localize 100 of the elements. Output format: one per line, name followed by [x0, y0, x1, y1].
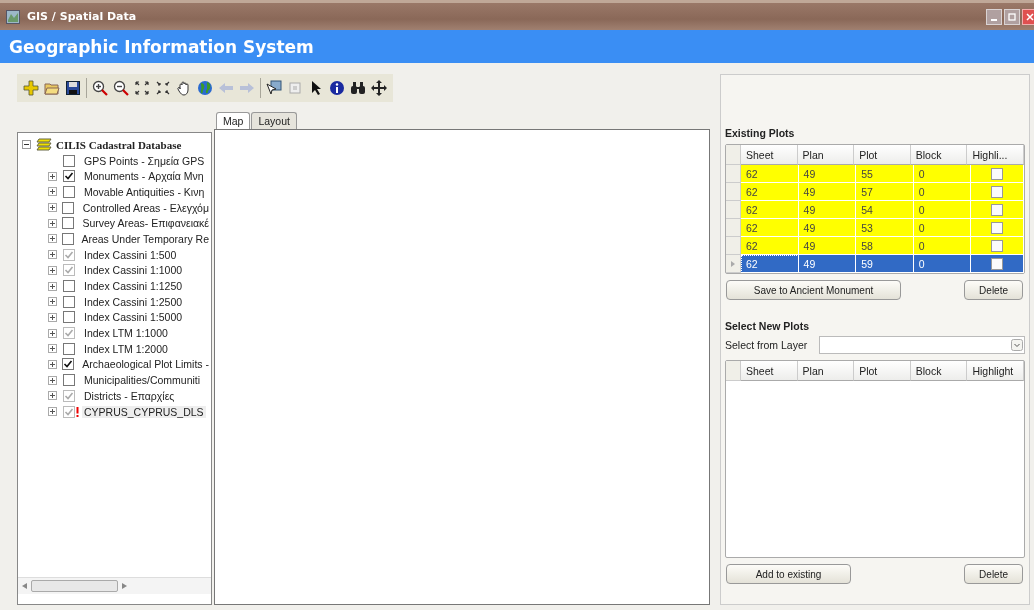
tree-item[interactable]: CILIS Cadastral Database	[56, 138, 182, 151]
table-row[interactable]: 62 49 57 0	[726, 183, 1024, 201]
info-icon[interactable]	[329, 80, 345, 96]
highlight-checkbox[interactable]	[991, 185, 1004, 198]
layer-name[interactable]: Index LTM 1:1000	[82, 327, 170, 340]
layer-checkbox[interactable]	[63, 327, 75, 340]
open-folder-icon[interactable]	[44, 80, 60, 96]
window-title: GIS / Spatial Data	[27, 10, 137, 23]
layer-checkbox[interactable]	[63, 154, 75, 167]
layer-checkbox[interactable]	[63, 342, 75, 355]
current-row-icon	[731, 260, 735, 267]
highlight-checkbox[interactable]	[991, 239, 1004, 252]
field-label: Select from Layer	[725, 339, 809, 351]
expand-icon[interactable]	[48, 265, 57, 275]
layer-name[interactable]: Index Cassini 1:1250	[82, 280, 185, 293]
layer-name[interactable]: Controlled Areas - Ελεγχόμ	[80, 201, 211, 214]
globe-icon[interactable]	[197, 80, 213, 96]
horizontal-scrollbar[interactable]	[18, 577, 211, 594]
layer-checkbox[interactable]	[63, 405, 75, 418]
expand-icon[interactable]	[48, 328, 57, 338]
table-row[interactable]: 62 49 53 0	[726, 219, 1024, 237]
expand-icon[interactable]	[48, 218, 57, 228]
close-button[interactable]	[1022, 8, 1034, 25]
layer-name[interactable]: CYPRUS_CYPRUS_DLS	[82, 405, 206, 418]
fit-extent-icon[interactable]	[155, 80, 171, 96]
layer-checkbox[interactable]	[63, 248, 75, 261]
column-header[interactable]: Highlight	[967, 361, 1024, 381]
highlight-checkbox[interactable]	[991, 203, 1004, 216]
layer-checkbox[interactable]	[63, 264, 75, 277]
table-cell: 49	[798, 255, 857, 273]
table-row[interactable]: 62 49 55 0	[726, 165, 1024, 183]
layer-name[interactable]: Municipalities/Communiti	[82, 374, 203, 387]
zoom-in-icon[interactable]	[92, 80, 108, 96]
expand-icon[interactable]	[48, 312, 57, 322]
layer-checkbox[interactable]	[62, 358, 75, 371]
delete-button[interactable]: Delete	[964, 564, 1023, 584]
layer-name[interactable]: Districts - Επαρχίες	[82, 389, 177, 402]
collapse-icon[interactable]	[22, 140, 31, 150]
expand-icon[interactable]	[48, 203, 57, 213]
layer-name[interactable]: Index Cassini 1:500	[82, 248, 179, 261]
column-header[interactable]: Sheet	[741, 361, 798, 381]
zoom-out-icon[interactable]	[113, 80, 129, 96]
row-header	[726, 145, 741, 165]
full-extent-icon[interactable]	[134, 80, 150, 96]
column-header[interactable]: Plan	[797, 361, 855, 381]
save-icon[interactable]	[65, 80, 81, 96]
layer-checkbox[interactable]	[63, 185, 75, 198]
minimize-button[interactable]	[986, 8, 1002, 25]
layer-checkbox[interactable]	[63, 374, 75, 387]
maximize-button[interactable]	[1004, 8, 1020, 25]
expand-icon[interactable]	[48, 407, 57, 417]
expand-icon[interactable]	[48, 359, 57, 369]
expand-icon[interactable]	[48, 187, 57, 197]
scroll-right-icon[interactable]	[122, 583, 127, 589]
expand-icon[interactable]	[48, 234, 57, 244]
table-row[interactable]: 62 49 58 0	[726, 237, 1024, 255]
table-row[interactable]: 62 49 59 0	[726, 255, 1024, 273]
layer-name[interactable]: Index Cassini 1:2500	[82, 295, 185, 308]
table-row[interactable]: 62 49 54 0	[726, 201, 1024, 219]
minimize-icon	[991, 18, 997, 21]
column-header[interactable]: Block	[910, 361, 968, 381]
expand-icon[interactable]	[48, 250, 57, 260]
expand-icon[interactable]	[48, 171, 57, 181]
layer-name[interactable]: Survey Areas- Επιφανειακέ	[80, 217, 211, 230]
tab[interactable]: Map	[216, 112, 251, 129]
layer-name[interactable]: Archaeological Plot Limits -	[80, 358, 211, 371]
hand-icon[interactable]	[176, 80, 192, 96]
layer-name[interactable]: Index LTM 1:2000	[82, 342, 170, 355]
layer-name[interactable]: Index Cassini 1:5000	[82, 311, 185, 324]
layer-checkbox[interactable]	[63, 280, 75, 293]
layer-name[interactable]: Movable Antiquities - Κινη	[82, 185, 207, 198]
expand-icon[interactable]	[48, 344, 57, 354]
select-feature-icon[interactable]	[266, 80, 282, 96]
layer-checkbox[interactable]	[63, 170, 75, 183]
expand-icon[interactable]	[48, 375, 57, 385]
move-icon[interactable]	[371, 80, 387, 96]
layer-checkbox[interactable]	[63, 311, 75, 324]
layer-checkbox[interactable]	[62, 201, 75, 214]
highlight-checkbox[interactable]	[991, 167, 1004, 180]
highlight-checkbox[interactable]	[991, 257, 1004, 270]
tab[interactable]: Layout	[251, 112, 297, 129]
highlight-checkbox[interactable]	[991, 221, 1004, 234]
column-header[interactable]: Plot	[854, 361, 911, 381]
layer-checkbox[interactable]	[63, 295, 75, 308]
add-layer-icon[interactable]	[23, 80, 39, 96]
expand-icon[interactable]	[48, 281, 57, 291]
expand-icon[interactable]	[48, 391, 57, 401]
binoculars-icon[interactable]	[350, 80, 366, 96]
add-button[interactable]: Add to existing	[726, 564, 851, 584]
layer-checkbox[interactable]	[61, 232, 74, 245]
save-button[interactable]: Save to Ancient Monument	[726, 280, 901, 300]
layer-name[interactable]: GPS Points - Σημεία GPS	[82, 154, 207, 167]
expand-icon[interactable]	[48, 297, 57, 307]
scroll-left-icon[interactable]	[22, 583, 27, 589]
layer-checkbox[interactable]	[63, 389, 75, 402]
layer-name[interactable]: Index Cassini 1:1000	[82, 264, 185, 277]
layer-name[interactable]: Areas Under Temporary Re	[79, 232, 211, 245]
layer-checkbox[interactable]	[62, 217, 75, 230]
layer-name[interactable]: Monuments - Αρχαία Μνη	[82, 170, 206, 183]
delete-button[interactable]: Delete	[964, 280, 1023, 300]
